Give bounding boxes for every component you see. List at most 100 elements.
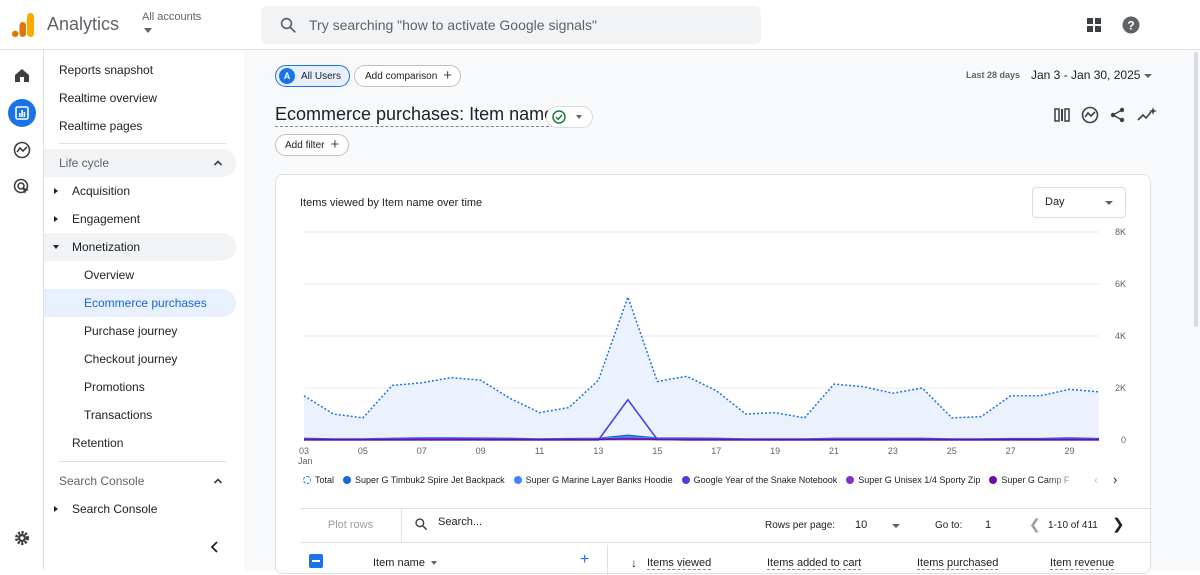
chevron-up-icon[interactable] (212, 475, 224, 487)
x-tick-label: 09 (476, 446, 486, 456)
report-status-dropdown[interactable] (546, 106, 593, 128)
page-scrollbar[interactable] (1194, 52, 1198, 327)
column-items-purchased[interactable]: Items purchased (917, 557, 999, 570)
collapse-arrow-icon (53, 245, 59, 249)
plot-rows-button[interactable]: Plot rows (300, 509, 402, 542)
account-caret-icon[interactable] (144, 28, 152, 33)
nav-retention[interactable]: Retention (44, 429, 236, 457)
collapse-nav-chevron-left-icon[interactable] (209, 540, 221, 554)
sparkle-insights-icon[interactable] (1137, 106, 1157, 124)
nav-realtime-pages[interactable]: Realtime pages (44, 112, 236, 140)
nav-section-life-cycle[interactable]: Life cycle (44, 149, 236, 177)
add-filter-label: Add filter (285, 139, 325, 151)
nav-search-console[interactable]: Search Console (44, 495, 236, 523)
x-tick-label: 07 (417, 446, 427, 456)
nav-ecommerce-purchases[interactable]: Ecommerce purchases (44, 289, 236, 317)
legend-item[interactable]: Super G Timbuk2 Spire Jet Backpack (343, 475, 505, 485)
reports-icon[interactable] (8, 99, 36, 127)
nav-purchase-journey[interactable]: Purchase journey (44, 317, 236, 345)
x-tick-label: 15 (652, 446, 662, 456)
x-tick-label: 05 (358, 446, 368, 456)
add-comparison-button[interactable]: Add comparison + (354, 65, 462, 87)
legend-swatch (846, 476, 855, 484)
chevron-up-icon[interactable] (212, 157, 224, 169)
date-range-label: Last 28 days (966, 70, 1021, 80)
add-dimension-plus-icon[interactable]: + (580, 551, 589, 569)
column-item-revenue[interactable]: Item revenue (1050, 557, 1115, 570)
x-tick-label: 21 (829, 446, 839, 456)
help-icon[interactable]: ? (1122, 16, 1140, 34)
date-range-caret-icon[interactable] (1144, 74, 1152, 78)
x-tick-label: 11 (535, 446, 544, 456)
rows-per-page-select[interactable]: 10 (855, 519, 867, 531)
column-items-added-to-cart[interactable]: Items added to cart (767, 557, 862, 570)
legend-item[interactable]: Super G Marine Layer Banks Hoodie (513, 475, 673, 485)
svg-text:?: ? (1127, 18, 1134, 32)
advertising-icon[interactable] (8, 173, 36, 201)
chart-legend: Total Super G Timbuk2 Spire Jet Backpack S… (303, 475, 1083, 489)
insights-icon[interactable] (1081, 106, 1099, 124)
legend-item[interactable]: Google Year of the Snake Notebook (681, 475, 838, 485)
x-month-label: Jan (298, 456, 313, 466)
search-input[interactable] (309, 14, 739, 36)
nav-section-search-console[interactable]: Search Console (44, 467, 236, 495)
x-tick-label: 27 (1006, 446, 1016, 456)
legend-item[interactable]: Total (303, 475, 334, 485)
rows-per-page-caret-icon[interactable] (892, 524, 900, 528)
goto-label: Go to: (935, 520, 963, 531)
search-bar[interactable] (261, 6, 761, 44)
settings-gear-icon[interactable] (13, 529, 31, 547)
analytics-logo-icon[interactable] (12, 13, 34, 37)
legend-item[interactable]: Super G Unisex 1/4 Sporty Zip (846, 475, 980, 485)
search-icon (280, 17, 296, 33)
left-rail (0, 50, 44, 570)
table-search-input[interactable] (438, 516, 588, 528)
chart-title: Items viewed by Item name over time (300, 197, 483, 209)
previous-page-chevron-icon[interactable]: ❮ (1029, 516, 1041, 533)
nav-transactions[interactable]: Transactions (44, 401, 236, 429)
customize-report-icon[interactable] (1053, 106, 1071, 124)
legend-label: Google Year of the Snake Notebook (693, 475, 838, 485)
legend-swatch (681, 476, 690, 484)
nav-section-label: Search Console (59, 474, 145, 488)
nav-engagement[interactable]: Engagement (44, 205, 236, 233)
legend-prev-chevron-icon[interactable]: ‹ (1094, 473, 1098, 487)
nav-overview[interactable]: Overview (44, 261, 236, 289)
nav-promotions[interactable]: Promotions (44, 373, 236, 401)
expand-arrow-icon (54, 188, 58, 194)
add-filter-button[interactable]: Add filter + (275, 134, 350, 156)
share-icon[interactable] (1109, 106, 1127, 124)
granularity-select[interactable]: Day (1032, 187, 1126, 218)
report-navigation: Reports snapshot Realtime overview Realt… (44, 50, 244, 570)
nav-acquisition[interactable]: Acquisition (44, 177, 236, 205)
nav-reports-snapshot[interactable]: Reports snapshot (44, 56, 236, 84)
app-title: Analytics (47, 14, 120, 34)
legend-swatch (989, 476, 998, 484)
segment-chip[interactable]: A All Users (275, 65, 351, 87)
x-tick-label: 13 (593, 446, 603, 456)
nav-realtime-overview[interactable]: Realtime overview (44, 84, 236, 112)
apps-grid-icon[interactable] (1086, 17, 1102, 33)
y-tick-label: 4K (1115, 331, 1126, 341)
nav-label: Search Console (72, 502, 158, 516)
sort-down-arrow-icon[interactable]: ↓ (631, 556, 637, 570)
select-all-checkbox[interactable] (309, 554, 323, 568)
account-selector[interactable]: All accounts (142, 11, 201, 23)
goto-page-input[interactable]: 1 (985, 519, 991, 531)
plus-icon: + (330, 136, 340, 153)
home-icon[interactable] (8, 61, 36, 89)
legend-swatch (303, 476, 311, 484)
y-tick-label: 2K (1115, 383, 1126, 393)
nav-divider (59, 461, 226, 462)
segment-label: All Users (301, 70, 342, 82)
column-item-name[interactable]: Item name (373, 557, 437, 569)
next-page-chevron-icon[interactable]: ❯ (1112, 515, 1125, 533)
x-tick-label: 17 (711, 446, 721, 456)
nav-checkout-journey[interactable]: Checkout journey (44, 345, 236, 373)
column-items-viewed[interactable]: Items viewed (647, 557, 712, 570)
legend-next-chevron-icon[interactable]: › (1113, 472, 1117, 487)
explore-icon[interactable] (8, 136, 36, 164)
nav-monetization[interactable]: Monetization (44, 233, 236, 261)
y-tick-label: 8K (1115, 227, 1126, 237)
date-range-picker[interactable]: Jan 3 - Jan 30, 2025 (1031, 68, 1140, 82)
